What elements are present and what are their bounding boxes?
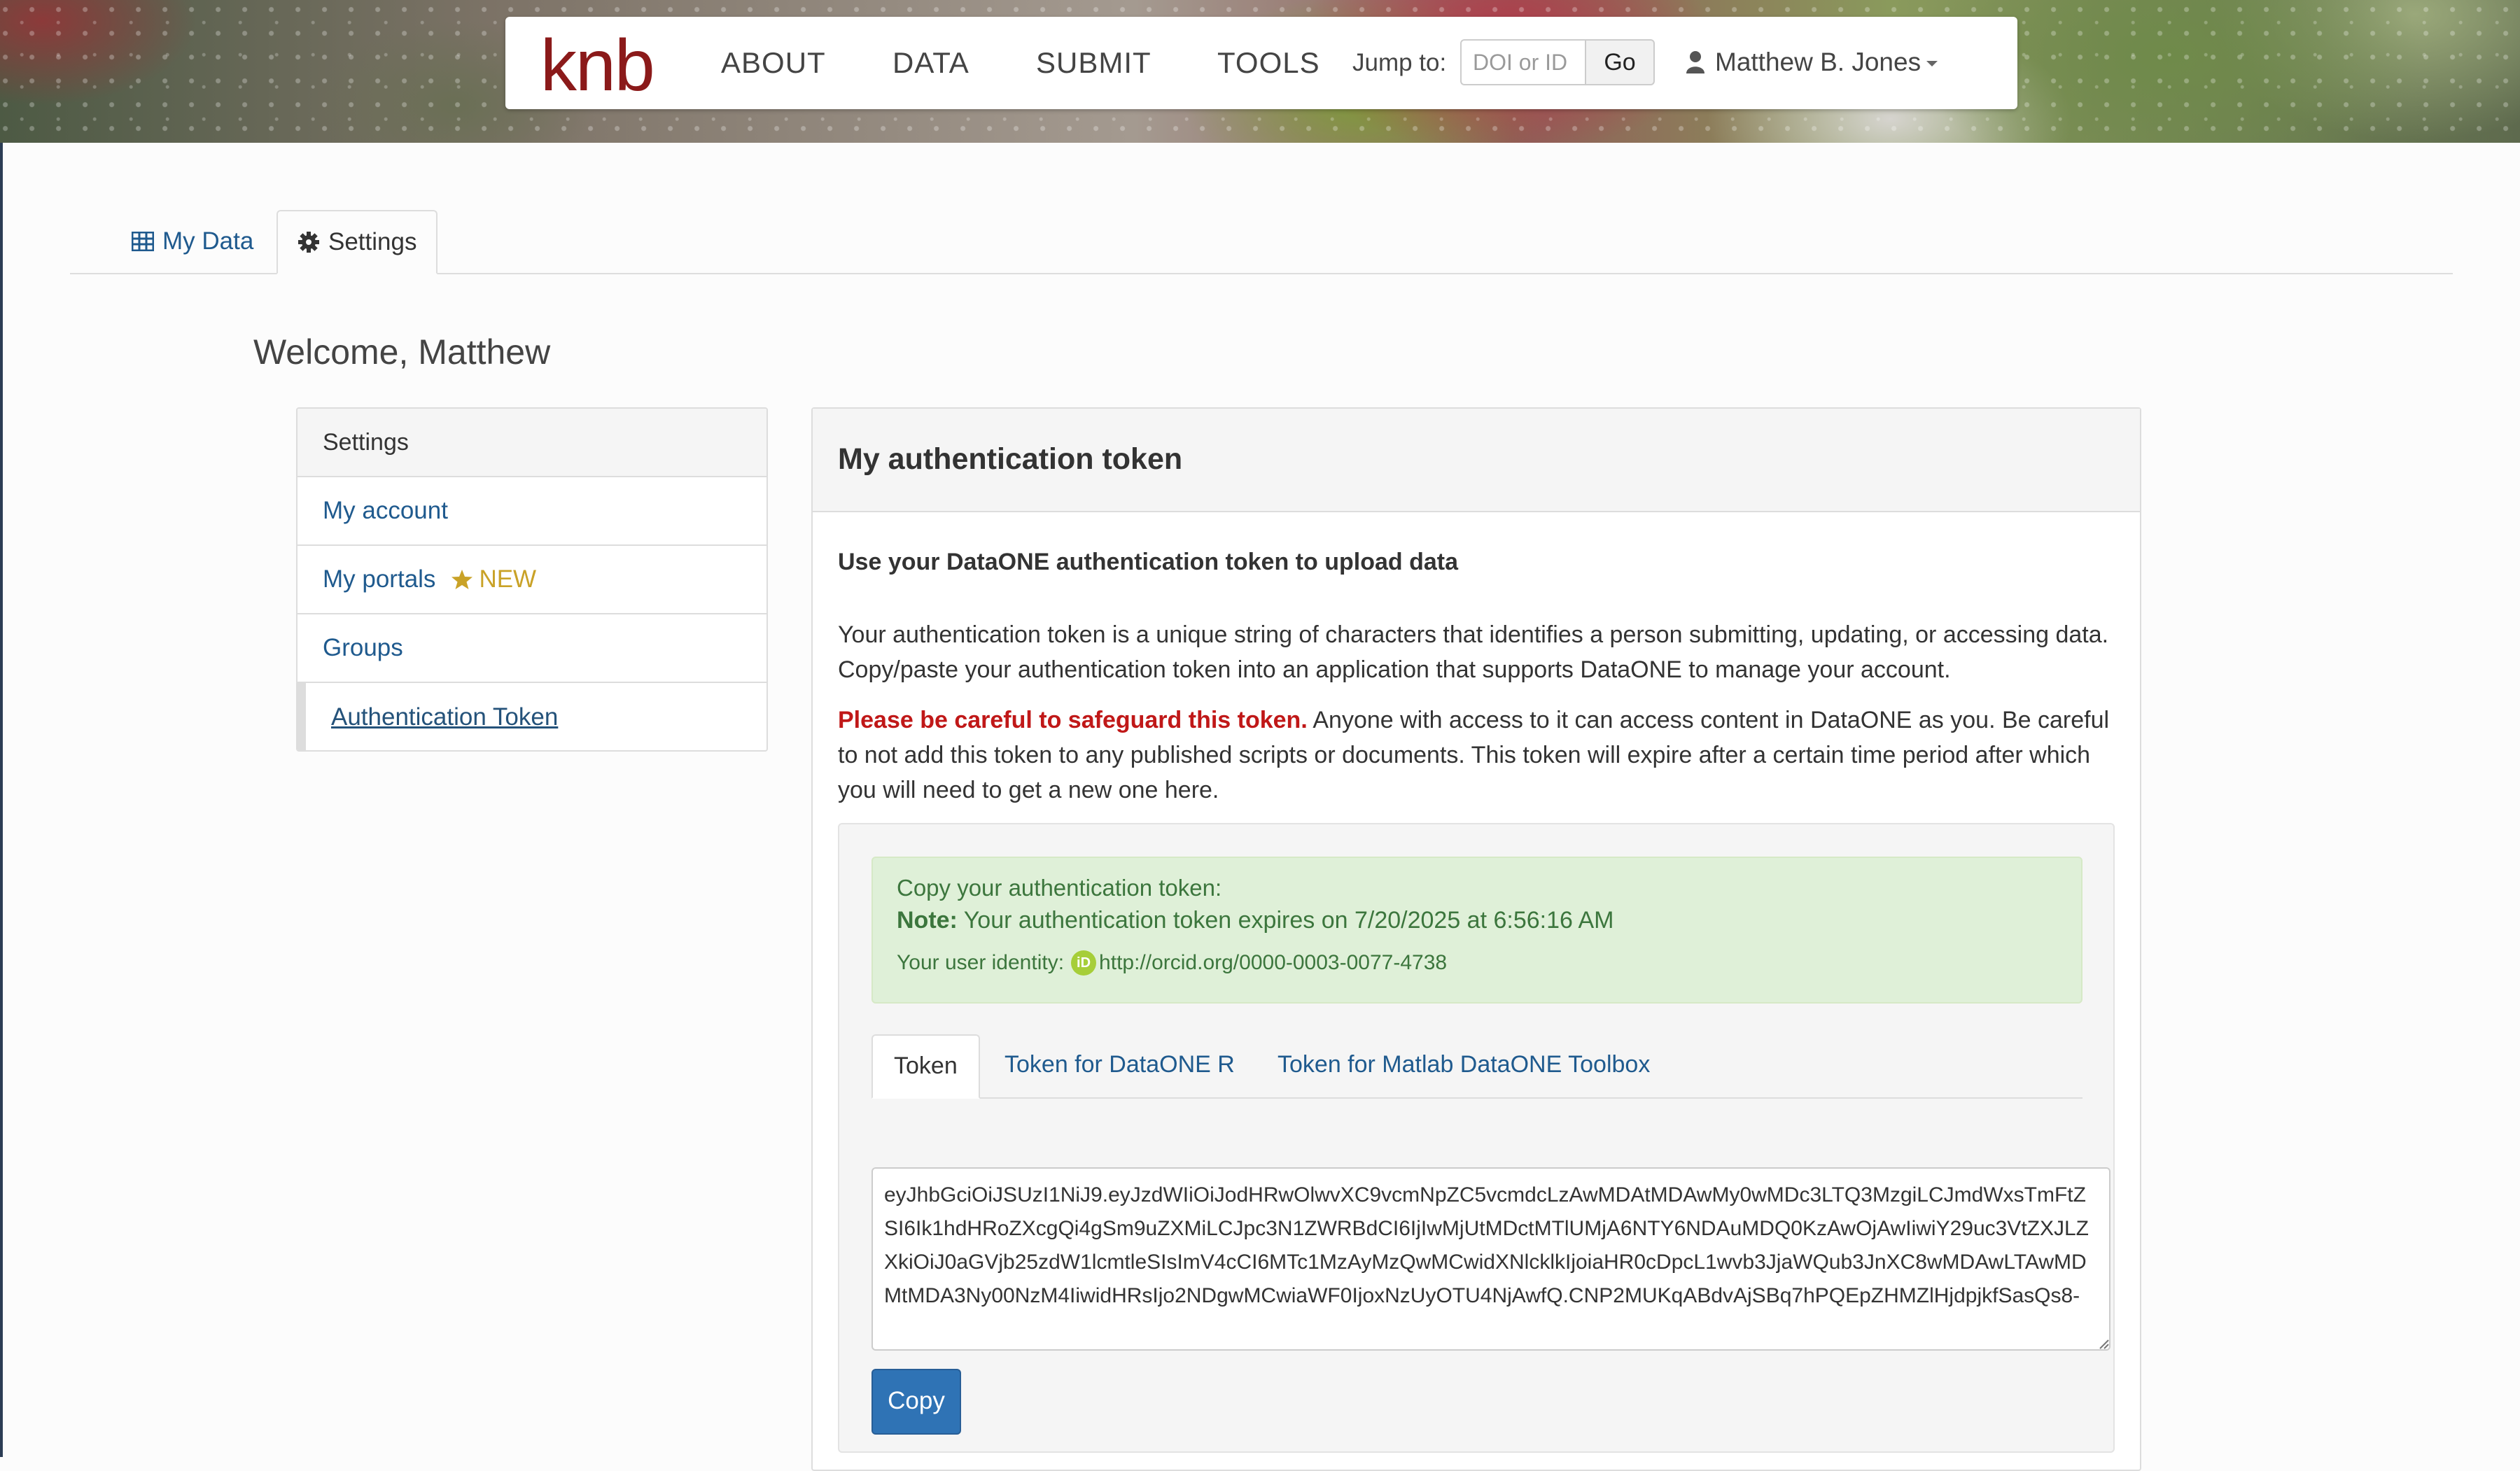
jump-label: Jump to: bbox=[1352, 49, 1447, 76]
intro-paragraph: Your authentication token is a unique st… bbox=[838, 617, 2119, 687]
jump-input[interactable] bbox=[1460, 39, 1585, 85]
tab-token[interactable]: Token bbox=[872, 1034, 980, 1099]
panel-subheading: Use your DataONE authentication token to… bbox=[838, 549, 1458, 575]
identity-value[interactable]: http://orcid.org/0000-0003-0077-4738 bbox=[1099, 949, 1447, 977]
tab-settings-label: Settings bbox=[328, 228, 417, 255]
orcid-icon: iD bbox=[1071, 950, 1097, 976]
tab-my-data[interactable]: My Data bbox=[112, 210, 273, 273]
panel-title: My authentication token bbox=[813, 409, 2140, 512]
note-text: Your authentication token expires on 7/2… bbox=[957, 907, 1614, 934]
navbar: knb ABOUT DATA SUBMIT TOOLS Jump to: Go … bbox=[505, 17, 2017, 109]
gear-icon bbox=[298, 232, 319, 253]
tab-token-r[interactable]: Token for DataONE R bbox=[983, 1034, 1256, 1097]
sidebar-item-label: My account bbox=[323, 497, 448, 524]
go-button[interactable]: Go bbox=[1585, 39, 1655, 85]
sidebar-item-my-portals[interactable]: My portals NEW bbox=[298, 546, 766, 614]
table-icon bbox=[132, 232, 154, 251]
warning-bold: Please be careful to safeguard this toke… bbox=[838, 707, 1308, 733]
settings-menu: Settings My account My portals NEW Group… bbox=[296, 407, 768, 752]
token-alert: Copy your authentication token: Note: Yo… bbox=[872, 857, 2082, 1004]
token-panel: My authentication token Use your DataONE… bbox=[811, 407, 2141, 1471]
welcome-heading: Welcome, Matthew bbox=[253, 332, 551, 372]
caret-down-icon bbox=[1926, 61, 1938, 66]
nav-tools[interactable]: TOOLS bbox=[1217, 45, 1320, 81]
alert-note: Note: Your authentication token expires … bbox=[897, 904, 2057, 936]
user-menu[interactable]: Matthew B. Jones bbox=[1686, 48, 1938, 77]
star-icon bbox=[451, 570, 473, 589]
resize-grip-icon[interactable] bbox=[2098, 1338, 2109, 1349]
page-tabs: My Data Settings bbox=[70, 210, 2453, 274]
sidebar-item-label: Groups bbox=[323, 634, 403, 661]
sidebar-item-my-account[interactable]: My account bbox=[298, 477, 766, 546]
intro-line-2: Copy/paste your authentication token int… bbox=[838, 656, 1951, 683]
token-tabs: Token Token for DataONE R Token for Matl… bbox=[872, 1034, 2082, 1099]
token-well: Copy your authentication token: Note: Yo… bbox=[838, 823, 2115, 1453]
nav-about[interactable]: ABOUT bbox=[721, 45, 826, 81]
sidebar-item-groups[interactable]: Groups bbox=[298, 614, 766, 683]
window-edge bbox=[0, 0, 3, 1457]
settings-menu-title: Settings bbox=[298, 409, 766, 477]
warning-paragraph: Please be careful to safeguard this toke… bbox=[838, 703, 2112, 808]
sidebar-item-authentication-token[interactable]: Authentication Token bbox=[298, 683, 766, 750]
copy-button[interactable]: Copy bbox=[872, 1369, 961, 1435]
tab-token-matlab[interactable]: Token for Matlab DataONE Toolbox bbox=[1256, 1034, 1671, 1097]
nav-submit[interactable]: SUBMIT bbox=[1036, 45, 1152, 81]
user-icon bbox=[1686, 51, 1704, 73]
new-badge: NEW bbox=[451, 565, 536, 593]
header-banner: knb ABOUT DATA SUBMIT TOOLS Jump to: Go … bbox=[0, 0, 2520, 143]
sidebar-item-label: Authentication Token bbox=[331, 703, 559, 731]
note-label: Note: bbox=[897, 907, 958, 934]
nav-data[interactable]: DATA bbox=[892, 45, 969, 81]
tab-settings[interactable]: Settings bbox=[276, 210, 438, 274]
tab-my-data-label: My Data bbox=[162, 227, 254, 255]
identity-label: Your user identity: bbox=[897, 951, 1065, 974]
new-badge-label: NEW bbox=[479, 565, 537, 593]
token-textarea[interactable]: eyJhbGciOiJSUzI1NiJ9.eyJzdWIiOiJodHRwOlw… bbox=[872, 1167, 2110, 1351]
sidebar-item-label: My portals bbox=[323, 565, 436, 593]
intro-line-1: Your authentication token is a unique st… bbox=[838, 621, 2109, 648]
user-name: Matthew B. Jones bbox=[1715, 48, 1921, 76]
alert-line-1: Copy your authentication token: bbox=[897, 875, 1222, 901]
site-logo[interactable]: knb bbox=[540, 29, 655, 102]
alert-identity: Your user identity: iD http://orcid.org/… bbox=[897, 949, 2057, 977]
